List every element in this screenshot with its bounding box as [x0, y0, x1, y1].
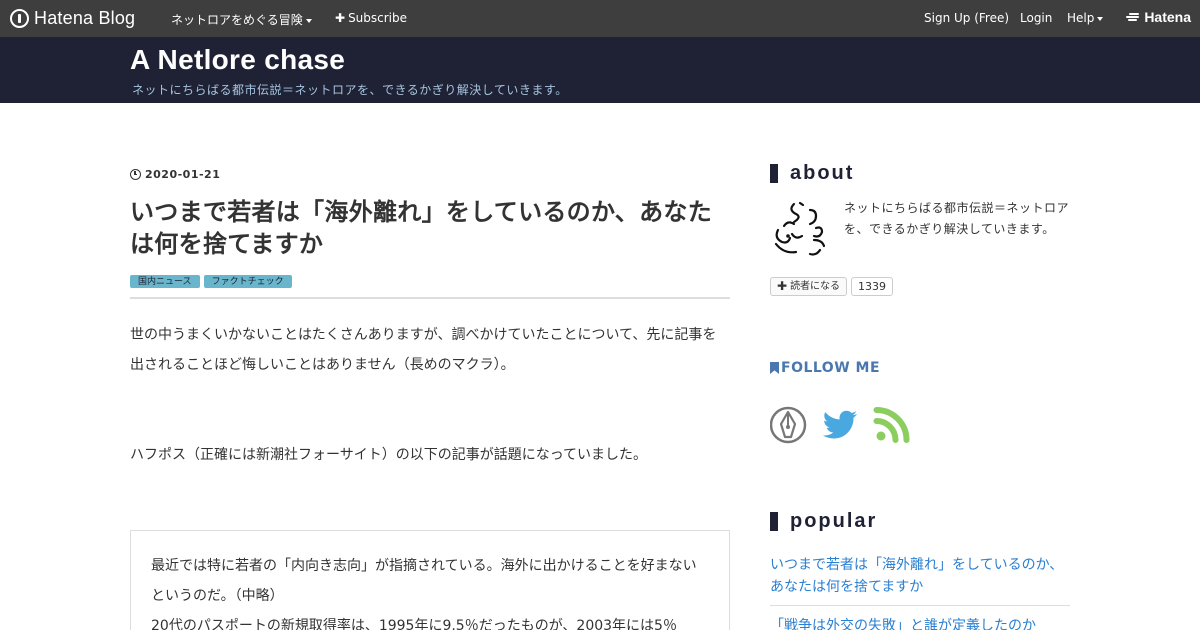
brand-name: Hatena Blog — [34, 7, 136, 28]
subscribe-reader-button[interactable]: ✚ 読者になる — [770, 277, 848, 296]
hatena-pen-icon[interactable] — [770, 405, 810, 445]
hatena-blog-logo-icon — [10, 8, 29, 28]
title-divider — [130, 297, 730, 299]
popular-entry-link[interactable]: いつまで若者は「海外離れ」をしているのか、あなたは何を捨てますか — [770, 554, 1070, 598]
subscribe-label: Subscribe — [348, 11, 408, 25]
follow-heading-text: FOLLOW ME — [781, 360, 881, 376]
quote-line: 20代のパスポートの新規取得率は、1995年に9.5％だったものが、2003年に… — [151, 618, 677, 630]
clock-icon — [130, 169, 141, 180]
chevron-down-icon — [305, 18, 312, 23]
signup-link[interactable]: Sign Up (Free) — [924, 11, 1009, 25]
blog-description: ネットにちらばる都市伝説＝ネットロアを、できるかぎり解決していきます。 — [132, 83, 568, 97]
hatena-blog-brand[interactable]: Hatena Blog — [10, 7, 135, 29]
popular-heading: popular — [770, 510, 877, 533]
hatena-mark-icon — [1126, 12, 1140, 22]
entry-date-text: 2020-01-21 — [145, 168, 221, 181]
blog-header: A Netlore chase ネットにちらばる都市伝説＝ネットロアを、できるか… — [0, 37, 1200, 103]
login-link[interactable]: Login — [1020, 11, 1052, 25]
subscriber-count[interactable]: 1339 — [851, 277, 893, 296]
subscribe-button[interactable]: ✚ Subscribe — [335, 11, 407, 25]
body-paragraph: 世の中うまくいかないことはたくさんありますが、調べかけていたことについて、先に記… — [130, 327, 717, 373]
twitter-icon[interactable] — [820, 405, 860, 445]
body-paragraph: ハフポス（正確には新潮社フォーサイト）の以下の記事が話題になっていました。 — [130, 447, 648, 463]
popular-entry-link[interactable]: 「戦争は外交の失敗」と誰が定義したのか — [770, 615, 1070, 630]
bookmark-icon — [770, 362, 779, 374]
help-label: Help — [1067, 11, 1095, 25]
follow-heading: FOLLOW ME — [770, 360, 880, 376]
entry-date[interactable]: 2020-01-21 — [130, 168, 220, 181]
entry-categories: 国内ニュース ファクトチェック — [130, 275, 292, 288]
blog-menu-label: ネットロアをめぐる冒険 — [171, 13, 303, 27]
blockquote: 最近では特に若者の「内向き志向」が指摘されている。海外に出かけることを好まないと… — [130, 530, 730, 630]
help-dropdown[interactable]: Help — [1067, 11, 1104, 25]
plus-icon: ✚ — [777, 279, 788, 293]
blog-title[interactable]: A Netlore chase — [130, 44, 345, 76]
subscribe-reader-label: 読者になる — [790, 281, 841, 292]
heading-bar-marker — [770, 512, 778, 531]
chevron-down-icon — [1097, 16, 1104, 21]
global-header: Hatena Blog ネットロアをめぐる冒険 ✚ Subscribe Sign … — [0, 0, 1200, 37]
category-badge-fact-check[interactable]: ファクトチェック — [203, 275, 292, 288]
hatena-logo-text: Hatena — [1144, 9, 1191, 25]
quote-line: 最近では特に若者の「内向き志向」が指摘されている。海外に出かけることを好まないと… — [151, 558, 697, 604]
entry-title[interactable]: いつまで若者は「海外離れ」をしているのか、あなたは何を捨てますか — [130, 196, 730, 260]
about-text: ネットにちらばる都市伝説＝ネットロアを、できるかぎり解決していきます。 — [844, 201, 1070, 236]
about-heading-text: about — [790, 162, 855, 184]
category-badge-domestic-news[interactable]: 国内ニュース — [130, 275, 200, 288]
heading-bar-marker — [770, 164, 778, 183]
plus-icon: ✚ — [335, 11, 346, 25]
popular-heading-text: popular — [790, 510, 878, 532]
about-heading: about — [770, 162, 854, 185]
rss-icon[interactable] — [872, 405, 912, 445]
blog-menu-dropdown[interactable]: ネットロアをめぐる冒険 — [171, 11, 312, 28]
author-avatar[interactable] — [770, 200, 834, 260]
popular-divider — [770, 605, 1070, 606]
hatena-logo[interactable]: Hatena — [1126, 9, 1191, 25]
